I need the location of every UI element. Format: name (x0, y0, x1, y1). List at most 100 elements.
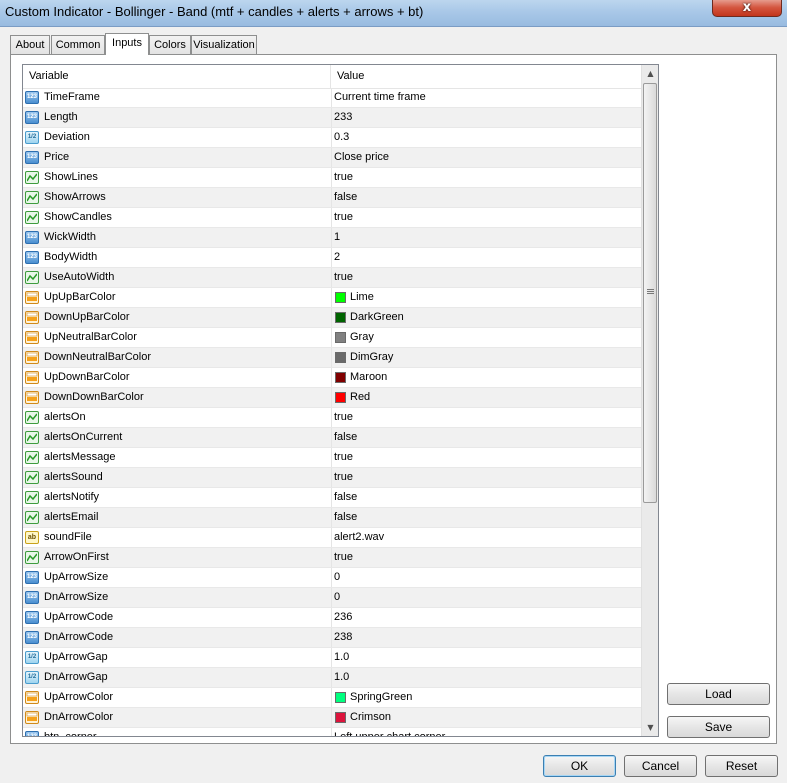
table-row[interactable]: 123 btn_corner Left upper chart corner (23, 728, 641, 736)
color-swatch[interactable] (335, 312, 346, 323)
table-row[interactable]: 123 DnArrowCode 238 (23, 628, 641, 648)
variable-value[interactable]: 0 (334, 588, 340, 607)
variable-value[interactable]: false (334, 428, 357, 447)
color-swatch[interactable] (335, 332, 346, 343)
variable-value[interactable]: Gray (350, 328, 374, 347)
variable-value[interactable]: 2 (334, 248, 340, 267)
tab-colors[interactable]: Colors (149, 35, 191, 54)
cancel-button[interactable]: Cancel (624, 755, 697, 777)
table-row[interactable]: 1/2 DnArrowGap 1.0 (23, 668, 641, 688)
table-row[interactable]: UpDownBarColor Maroon (23, 368, 641, 388)
tab-common[interactable]: Common (51, 35, 105, 54)
variable-value[interactable]: true (334, 408, 353, 427)
variable-value[interactable]: 0.3 (334, 128, 349, 147)
table-row[interactable]: 1/2 UpArrowGap 1.0 (23, 648, 641, 668)
table-row[interactable]: 123 BodyWidth 2 (23, 248, 641, 268)
table-row[interactable]: 123 Length 233 (23, 108, 641, 128)
variable-value[interactable]: true (334, 268, 353, 287)
column-header-variable[interactable]: Variable (23, 65, 331, 88)
table-row[interactable]: 123 UpArrowCode 236 (23, 608, 641, 628)
table-row[interactable]: ShowArrows false (23, 188, 641, 208)
column-header-value[interactable]: Value (331, 65, 641, 88)
column-divider (331, 688, 332, 707)
variable-value[interactable]: Current time frame (334, 88, 426, 107)
variable-value[interactable]: SpringGreen (350, 688, 412, 707)
table-row[interactable]: ShowCandles true (23, 208, 641, 228)
table-row[interactable]: ShowLines true (23, 168, 641, 188)
table-row[interactable]: alertsOn true (23, 408, 641, 428)
table-row[interactable]: 123 Price Close price (23, 148, 641, 168)
table-row[interactable]: 123 UpArrowSize 0 (23, 568, 641, 588)
table-row[interactable]: UpUpBarColor Lime (23, 288, 641, 308)
variable-value[interactable]: 233 (334, 108, 352, 127)
table-row[interactable]: alertsMessage true (23, 448, 641, 468)
variable-value[interactable]: false (334, 508, 357, 527)
table-row[interactable]: UseAutoWidth true (23, 268, 641, 288)
variable-value[interactable]: 0 (334, 568, 340, 587)
tab-visualization[interactable]: Visualization (191, 35, 257, 54)
load-button[interactable]: Load (667, 683, 770, 705)
variable-value[interactable]: true (334, 468, 353, 487)
reset-button[interactable]: Reset (705, 755, 778, 777)
variable-value[interactable]: alert2.wav (334, 528, 384, 547)
save-button[interactable]: Save (667, 716, 770, 738)
variable-value[interactable]: true (334, 448, 353, 467)
color-swatch[interactable] (335, 352, 346, 363)
variable-value[interactable]: Left upper chart corner (334, 728, 445, 736)
color-swatch[interactable] (335, 712, 346, 723)
variable-value[interactable]: Crimson (350, 708, 391, 727)
table-row[interactable]: alertsEmail false (23, 508, 641, 528)
variable-value[interactable]: true (334, 548, 353, 567)
variable-value[interactable]: false (334, 188, 357, 207)
scroll-thumb[interactable] (643, 83, 657, 503)
variable-value[interactable]: DimGray (350, 348, 393, 367)
color-swatch[interactable] (335, 372, 346, 383)
scroll-down-icon[interactable]: ▼ (642, 719, 658, 736)
table-row[interactable]: DnArrowColor Crimson (23, 708, 641, 728)
column-divider (331, 108, 332, 127)
variable-value[interactable]: true (334, 208, 353, 227)
table-row[interactable]: DownNeutralBarColor DimGray (23, 348, 641, 368)
variable-value[interactable]: Lime (350, 288, 374, 307)
variable-value[interactable]: Close price (334, 148, 389, 167)
table-row[interactable]: UpNeutralBarColor Gray (23, 328, 641, 348)
grip-line (647, 289, 654, 290)
ok-button[interactable]: OK (543, 755, 616, 777)
color-swatch[interactable] (335, 392, 346, 403)
table-row[interactable]: UpArrowColor SpringGreen (23, 688, 641, 708)
tab-about[interactable]: About (10, 35, 50, 54)
table-row[interactable]: alertsOnCurrent false (23, 428, 641, 448)
color-swatch[interactable] (335, 292, 346, 303)
variable-value[interactable]: true (334, 168, 353, 187)
close-button[interactable]: x (712, 0, 782, 17)
variable-value[interactable]: 1.0 (334, 668, 349, 687)
table-row[interactable]: 123 DnArrowSize 0 (23, 588, 641, 608)
variable-value[interactable]: 236 (334, 608, 352, 627)
table-row[interactable]: alertsSound true (23, 468, 641, 488)
column-divider (331, 288, 332, 307)
scroll-up-icon[interactable]: ▲ (642, 65, 658, 82)
variable-value[interactable]: Maroon (350, 368, 387, 387)
table-row[interactable]: 123 TimeFrame Current time frame (23, 88, 641, 108)
column-divider (331, 488, 332, 507)
table-row[interactable]: ab soundFile alert2.wav (23, 528, 641, 548)
variable-value[interactable]: DarkGreen (350, 308, 404, 327)
variable-value[interactable]: 1 (334, 228, 340, 247)
table-row[interactable]: alertsNotify false (23, 488, 641, 508)
table-row[interactable]: 123 WickWidth 1 (23, 228, 641, 248)
vertical-scrollbar[interactable]: ▲ ▼ (641, 65, 658, 736)
color-swatch[interactable] (335, 692, 346, 703)
variable-value[interactable]: false (334, 488, 357, 507)
table-row[interactable]: 1/2 Deviation 0.3 (23, 128, 641, 148)
variable-value[interactable]: Red (350, 388, 370, 407)
table-row[interactable]: ArrowOnFirst true (23, 548, 641, 568)
table-row[interactable]: DownUpBarColor DarkGreen (23, 308, 641, 328)
variable-value[interactable]: 238 (334, 628, 352, 647)
column-divider (331, 308, 332, 327)
table-row[interactable]: DownDownBarColor Red (23, 388, 641, 408)
tab-inputs[interactable]: Inputs (105, 33, 149, 55)
variable-value[interactable]: 1.0 (334, 648, 349, 667)
integer-type-icon: 123 (25, 731, 39, 736)
variable-name: alertsEmail (44, 511, 99, 523)
variable-name: UpArrowCode (44, 611, 114, 623)
